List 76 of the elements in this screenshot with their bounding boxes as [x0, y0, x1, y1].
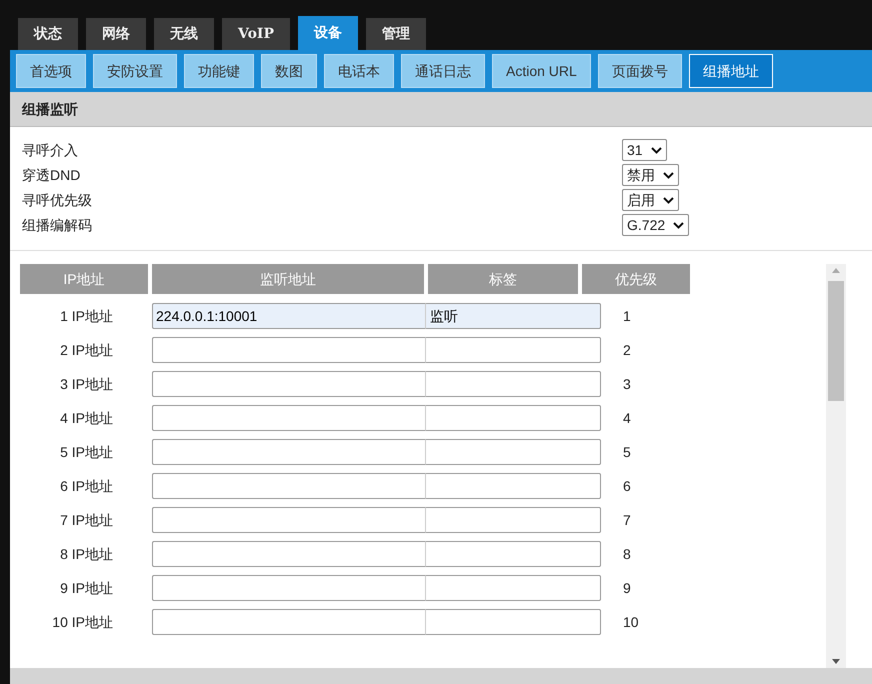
row-label: 2 IP地址 [59, 340, 114, 360]
setting-label: 穿透DND [22, 166, 82, 184]
priority-number: 7 [623, 510, 631, 530]
setting-label: 寻呼介入 [22, 140, 79, 160]
priority-number: 4 [623, 408, 631, 428]
row-label: 3 IP地址 [59, 374, 114, 394]
input-field[interactable] [426, 473, 601, 499]
dropdown[interactable]: 启用 [622, 189, 679, 211]
row-label: 9 IP地址 [59, 578, 114, 598]
input-field[interactable] [152, 609, 426, 635]
dropdown[interactable]: 31 [622, 139, 667, 161]
priority-number: 6 [623, 476, 631, 496]
row-label: 5 IP地址 [59, 442, 114, 462]
nav-tab[interactable]: VoIP [222, 18, 290, 50]
input-field[interactable]: 监听 [426, 303, 601, 329]
chevron-down-icon [650, 146, 662, 154]
priority-number: 9 [623, 578, 631, 598]
input-field[interactable] [426, 609, 601, 635]
input-field[interactable] [426, 507, 601, 533]
input-field[interactable] [152, 371, 426, 397]
column-header: 标签 [428, 264, 578, 294]
input-field[interactable] [426, 405, 601, 431]
row-label: 4 IP地址 [59, 408, 114, 428]
priority-number: 10 [623, 612, 639, 632]
row-label: 8 IP地址 [59, 544, 114, 564]
row-label: 7 IP地址 [59, 510, 114, 530]
input-field[interactable] [426, 439, 601, 465]
nav-tab[interactable]: 管理 [366, 18, 426, 50]
scrollbar-thumb[interactable] [828, 281, 844, 401]
column-header: IP地址 [20, 264, 148, 294]
scroll-down-icon[interactable] [832, 659, 840, 664]
setting-label: 寻呼优先级 [22, 190, 93, 210]
setting-label: 组播编解码 [22, 216, 93, 234]
dropdown[interactable]: G.722 [622, 214, 690, 236]
priority-number: 1 [623, 306, 631, 326]
sub-tab[interactable]: 电话本 [324, 54, 394, 88]
input-field[interactable] [152, 541, 426, 567]
column-header: 监听地址 [152, 264, 424, 294]
dropdown[interactable]: 禁用 [622, 164, 679, 186]
chevron-down-icon [663, 172, 674, 178]
sub-tab[interactable]: Action URL [492, 54, 591, 88]
sub-tab[interactable]: 功能键 [184, 54, 254, 88]
priority-number: 2 [623, 340, 631, 360]
sub-tab[interactable]: 安防设置 [93, 54, 177, 88]
row-label: 1 IP地址 [59, 306, 114, 326]
nav-tab[interactable]: 状态 [18, 18, 78, 50]
input-field[interactable] [152, 473, 426, 499]
priority-number: 8 [623, 544, 631, 564]
input-field[interactable] [152, 405, 426, 431]
scrollbar[interactable] [826, 264, 846, 668]
column-header: 优先级 [582, 264, 690, 294]
input-field[interactable] [426, 575, 601, 601]
sub-tab[interactable]: 数图 [261, 54, 317, 88]
chevron-down-icon [663, 196, 674, 204]
input-field[interactable] [152, 439, 426, 465]
row-label: 10 IP地址 [51, 612, 114, 632]
nav-tab[interactable]: 设备 [298, 16, 358, 50]
row-label: 6 IP地址 [59, 476, 114, 496]
sub-tab[interactable]: 通话日志 [401, 54, 485, 88]
input-field[interactable] [426, 337, 601, 363]
nav-tab[interactable]: 无线 [154, 18, 214, 50]
input-field[interactable] [152, 337, 426, 363]
input-field[interactable] [152, 507, 426, 533]
priority-number: 5 [623, 442, 631, 462]
scroll-up-icon[interactable] [832, 268, 840, 273]
priority-number: 3 [623, 374, 631, 394]
nav-tab[interactable]: 网络 [86, 18, 146, 50]
sub-tab[interactable]: 组播地址 [688, 54, 773, 88]
input-field[interactable] [152, 575, 426, 601]
sub-tab[interactable]: 首选项 [16, 54, 86, 88]
input-field[interactable]: 224.0.0.1:10001 [152, 303, 426, 329]
section-header: 组播监听 [10, 92, 872, 127]
input-field[interactable] [426, 371, 601, 397]
chevron-down-icon [673, 222, 684, 228]
sub-tab[interactable]: 页面拨号 [598, 54, 682, 88]
input-field[interactable] [426, 541, 601, 567]
